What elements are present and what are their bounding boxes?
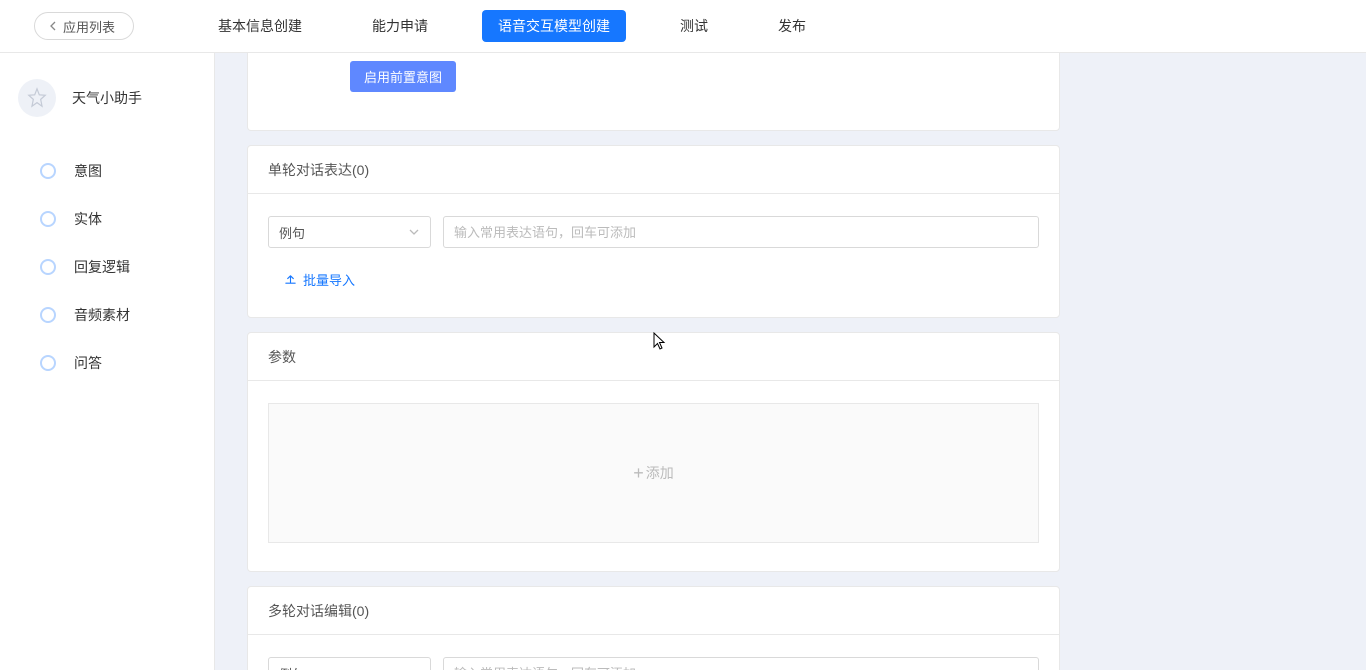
- bullet-icon: [40, 163, 56, 179]
- bullet-icon: [40, 355, 56, 371]
- sidebar-item-label: 回复逻辑: [74, 257, 130, 277]
- back-label: 应用列表: [63, 17, 115, 36]
- app-icon: [18, 79, 56, 117]
- card-title-params: 参数: [248, 333, 1059, 381]
- pre-intent-card: 启用前置意图: [247, 53, 1060, 131]
- tab-test[interactable]: 测试: [664, 10, 724, 42]
- header-tabs: 基本信息创建 能力申请 语音交互模型创建 测试 发布: [202, 10, 822, 42]
- card-title-single-round: 单轮对话表达(0): [248, 146, 1059, 194]
- bullet-icon: [40, 307, 56, 323]
- sidebar-item-audio[interactable]: 音频素材: [0, 291, 214, 339]
- app-header: 天气小助手: [0, 71, 214, 125]
- enable-pre-intent-button[interactable]: 启用前置意图: [350, 61, 456, 92]
- sidebar: 天气小助手 意图 实体 回复逻辑 音频素材 问答: [0, 53, 215, 670]
- example-type-select-multi[interactable]: 例句: [268, 657, 431, 670]
- upload-icon: [284, 273, 297, 286]
- bullet-icon: [40, 211, 56, 227]
- bullet-icon: [40, 259, 56, 275]
- main-content[interactable]: 启用前置意图 单轮对话表达(0) 例句 批量导入: [215, 53, 1366, 670]
- tab-capability[interactable]: 能力申请: [356, 10, 444, 42]
- top-header: 应用列表 基本信息创建 能力申请 语音交互模型创建 测试 发布: [0, 0, 1366, 53]
- app-name: 天气小助手: [72, 88, 142, 108]
- expression-input[interactable]: [443, 216, 1039, 248]
- sidebar-item-entity[interactable]: 实体: [0, 195, 214, 243]
- sidebar-item-label: 音频素材: [74, 305, 130, 325]
- card-title-multi-round: 多轮对话编辑(0): [248, 587, 1059, 635]
- sidebar-item-reply-logic[interactable]: 回复逻辑: [0, 243, 214, 291]
- sidebar-item-label: 问答: [74, 353, 102, 373]
- params-card: 参数 + 添加: [247, 332, 1060, 572]
- sidebar-item-intent[interactable]: 意图: [0, 147, 214, 195]
- add-label: 添加: [646, 463, 674, 483]
- sidebar-item-qa[interactable]: 问答: [0, 339, 214, 387]
- select-value: 例句: [279, 223, 305, 242]
- tab-publish[interactable]: 发布: [762, 10, 822, 42]
- import-label: 批量导入: [303, 270, 355, 289]
- star-icon: [26, 87, 48, 109]
- select-value: 例句: [279, 664, 305, 670]
- batch-import-link[interactable]: 批量导入: [284, 270, 355, 289]
- sidebar-item-label: 实体: [74, 209, 102, 229]
- chevron-left-icon: [49, 21, 57, 31]
- plus-icon: +: [633, 463, 644, 484]
- back-to-app-list-button[interactable]: 应用列表: [34, 12, 134, 40]
- example-type-select[interactable]: 例句: [268, 216, 431, 248]
- sidebar-item-label: 意图: [74, 161, 102, 181]
- expression-input-multi[interactable]: [443, 657, 1039, 670]
- chevron-down-icon: [408, 228, 420, 236]
- tab-basic-info[interactable]: 基本信息创建: [202, 10, 318, 42]
- sidebar-nav: 意图 实体 回复逻辑 音频素材 问答: [0, 147, 214, 387]
- multi-round-card: 多轮对话编辑(0) 例句: [247, 586, 1060, 670]
- add-param-button[interactable]: + 添加: [268, 403, 1039, 543]
- tab-voice-model[interactable]: 语音交互模型创建: [482, 10, 626, 42]
- single-round-card: 单轮对话表达(0) 例句 批量导入: [247, 145, 1060, 318]
